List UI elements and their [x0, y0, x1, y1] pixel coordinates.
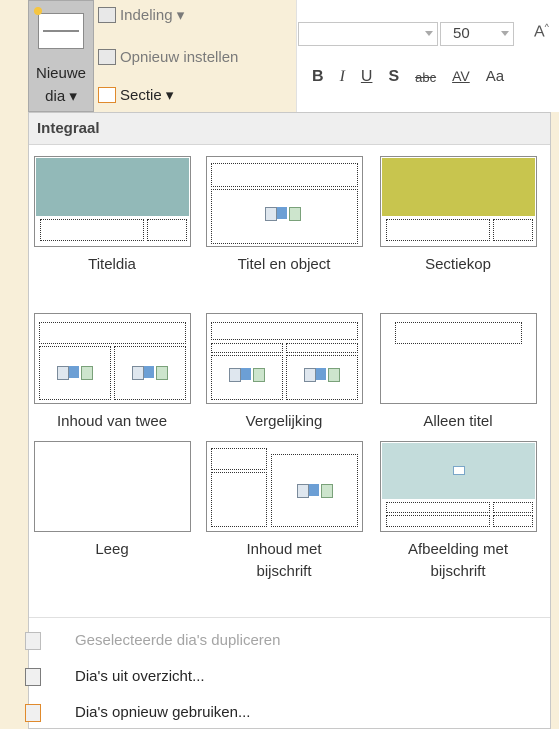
new-slide-button[interactable]: Nieuwe dia ▾ [28, 0, 94, 112]
new-slide-label-line1: Nieuwe [35, 65, 87, 82]
new-slide-label-line2: dia ▾ [45, 88, 77, 105]
shadow-button[interactable]: S [388, 68, 399, 86]
layout-title-only[interactable]: Alleen titel [377, 313, 547, 435]
reuse-label: Dia's opnieuw gebruiken... [75, 704, 251, 721]
reuse-slides-item[interactable]: Dia's opnieuw gebruiken... [25, 697, 550, 729]
ribbon: Nieuwe dia ▾ Indeling ▾ Opnieuw instelle… [0, 0, 559, 112]
layout-thumbnail [34, 156, 191, 247]
layout-thumbnail [380, 313, 537, 404]
layout-label: Afbeelding met bijschrift [407, 541, 509, 580]
layout-icon [98, 7, 116, 23]
font-size-dropdown-icon[interactable] [501, 31, 509, 36]
reset-button[interactable]: Opnieuw instellen [98, 46, 238, 68]
layout-title-slide[interactable]: Titeldia [31, 156, 201, 278]
content-icons [297, 482, 333, 500]
layout-thumbnail [206, 313, 363, 404]
layout-thumbnail [34, 441, 191, 532]
picture-icon [453, 466, 465, 475]
duplicate-icon [25, 632, 41, 650]
layout-label: Inhoud met bijschrift [246, 541, 322, 580]
placeholder-box [493, 515, 533, 527]
content-icons [132, 364, 168, 382]
placeholder-box [386, 502, 490, 513]
bold-button[interactable]: B [312, 68, 324, 86]
heading-placeholder-left [211, 343, 283, 353]
section-button[interactable]: Sectie ▾ [98, 84, 173, 106]
layout-thumbnail [380, 441, 537, 532]
font-name-dropdown-icon[interactable] [425, 31, 433, 36]
gallery-header-label: Integraal [37, 120, 100, 137]
font-size-input[interactable]: 50 [440, 22, 514, 46]
placeholder-box [386, 219, 490, 241]
character-spacing-button[interactable]: AV [452, 68, 470, 86]
layout-label: Titel en object [237, 256, 331, 273]
duplicate-slides-item[interactable]: Geselecteerde dia's dupliceren [25, 625, 550, 657]
layout-label: Vergelijking [245, 413, 323, 430]
font-name-input[interactable] [298, 22, 438, 46]
layout-label: Leeg [95, 541, 129, 558]
reset-icon [98, 49, 116, 65]
reset-label: Opnieuw instellen [120, 48, 239, 66]
layout-thumbnail [34, 313, 191, 404]
layout-content-with-caption[interactable]: Inhoud met bijschrift [203, 441, 373, 580]
placeholder-box [493, 219, 533, 241]
new-slide-icon [31, 4, 84, 49]
layout-label: Sectiekop [425, 256, 491, 273]
title-band [36, 158, 189, 216]
layout-label: Indeling ▾ [120, 7, 185, 24]
new-slide-gallery: Integraal Titeldia Titel en object Secti… [25, 112, 551, 729]
layout-label: Titeldia [88, 256, 136, 273]
layout-thumbnail [206, 441, 363, 532]
content-icons [229, 366, 265, 384]
underline-button[interactable]: U [361, 68, 373, 86]
layout-label: Alleen titel [423, 413, 493, 430]
layout-picture-with-caption[interactable]: Afbeelding met bijschrift [377, 441, 547, 580]
section-label: Sectie ▾ [120, 87, 174, 104]
placeholder-box [147, 219, 187, 241]
font-size-value: 50 [453, 25, 470, 42]
grow-font-icon: A [534, 23, 545, 41]
reuse-icon [25, 704, 41, 722]
layout-blank[interactable]: Leeg [31, 441, 201, 563]
layout-section-header[interactable]: Sectiekop [377, 156, 547, 278]
title-placeholder [39, 322, 186, 344]
change-case-button[interactable]: Aa [486, 68, 504, 86]
placeholder-box [386, 515, 490, 527]
outline-label: Dia's uit overzicht... [75, 668, 205, 685]
gallery-header: Integraal [29, 113, 550, 145]
layout-thumbnail [206, 156, 363, 247]
outline-icon [25, 668, 41, 686]
content-icons [265, 205, 301, 223]
section-icon [98, 87, 116, 103]
slides-from-outline-item[interactable]: Dia's uit overzicht... [25, 661, 550, 693]
title-placeholder [211, 163, 358, 187]
layout-two-content[interactable]: Inhoud van twee [31, 313, 201, 435]
font-group [296, 0, 559, 112]
heading-placeholder-right [286, 343, 358, 353]
section-band [382, 158, 535, 216]
layout-label: Inhoud van twee [56, 413, 168, 430]
title-placeholder [211, 322, 358, 340]
strikethrough-button[interactable]: abc [415, 68, 436, 86]
placeholder-box [493, 502, 533, 513]
menu-divider [29, 617, 550, 618]
caption-title-placeholder [211, 448, 267, 470]
italic-button[interactable]: I [340, 68, 345, 86]
content-icons [304, 366, 340, 384]
layout-comparison[interactable]: Vergelijking [203, 313, 373, 435]
layout-thumbnail [380, 156, 537, 247]
duplicate-label: Geselecteerde dia's dupliceren [75, 632, 281, 649]
grow-font-button[interactable]: A^ [534, 22, 549, 41]
content-icons [57, 364, 93, 382]
caption-text-placeholder [211, 472, 267, 527]
format-buttons: B I U S abc AV Aa [312, 68, 520, 86]
layout-button[interactable]: Indeling ▾ [98, 4, 184, 26]
layout-title-and-content[interactable]: Titel en object [203, 156, 373, 278]
title-placeholder [395, 322, 522, 344]
placeholder-box [40, 219, 144, 241]
